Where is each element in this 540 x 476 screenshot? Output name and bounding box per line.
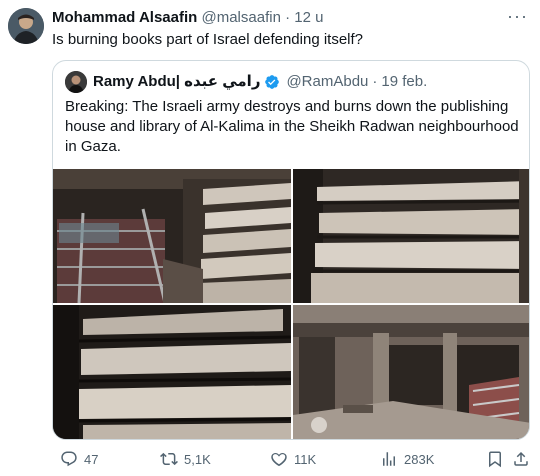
more-options-icon[interactable]: ··· [507,6,528,27]
heart-icon [271,452,287,467]
like-button[interactable]: 11K [270,450,316,468]
quoted-tweet-date: 19 feb. [381,73,428,90]
tweet-header: Mohammad Alsaafin @malsaafin · 12 u [52,8,323,28]
author-avatar[interactable] [8,8,44,44]
media-grid [53,169,529,439]
tweet-time[interactable]: 12 u [294,9,323,26]
author-handle[interactable]: @malsaafin [201,9,280,26]
bookmark-button[interactable] [486,450,510,468]
repost-button[interactable]: 5,1K [160,450,211,468]
repost-count: 5,1K [184,451,211,467]
quoted-tweet-text: Breaking: The Israeli army destroys and … [65,98,519,155]
quoted-author-name: Ramy Abdu| رامي عبده [93,73,261,90]
reply-icon [61,451,77,467]
reply-count: 47 [84,451,99,467]
burned-library-photo-1[interactable] [53,169,291,303]
burned-library-photo-2[interactable] [293,169,529,303]
views-chart-icon [383,452,395,466]
views-button[interactable]: 283K [380,450,434,468]
reply-button[interactable]: 47 [60,450,98,468]
verified-badge-icon [265,75,280,89]
tweet[interactable]: Mohammad Alsaafin @malsaafin · 12 u ··· … [0,0,540,476]
action-bar: 47 5,1K 11K 283K [52,450,530,470]
share-button[interactable] [512,450,536,468]
view-count: 283K [404,451,435,467]
author-name[interactable]: Mohammad Alsaafin [52,9,197,26]
repost-icon [160,452,178,466]
bookmark-icon [489,451,501,468]
header-separator: · [285,9,291,26]
tweet-text: Is burning books part of Israel defendin… [52,31,364,48]
burned-library-photo-3[interactable] [53,305,291,439]
burned-library-photo-4[interactable] [293,305,529,439]
like-count: 11K [294,451,317,467]
quoted-author-avatar [65,71,87,93]
quoted-tweet-header: Ramy Abdu| رامي عبده @RamAbdu · 19 feb. [65,71,427,93]
quoted-tweet[interactable]: Ramy Abdu| رامي عبده @RamAbdu · 19 feb. … [52,60,530,440]
quoted-header-separator: · [372,73,378,90]
share-icon [514,451,528,466]
quoted-author-handle: @RamAbdu [286,73,369,90]
